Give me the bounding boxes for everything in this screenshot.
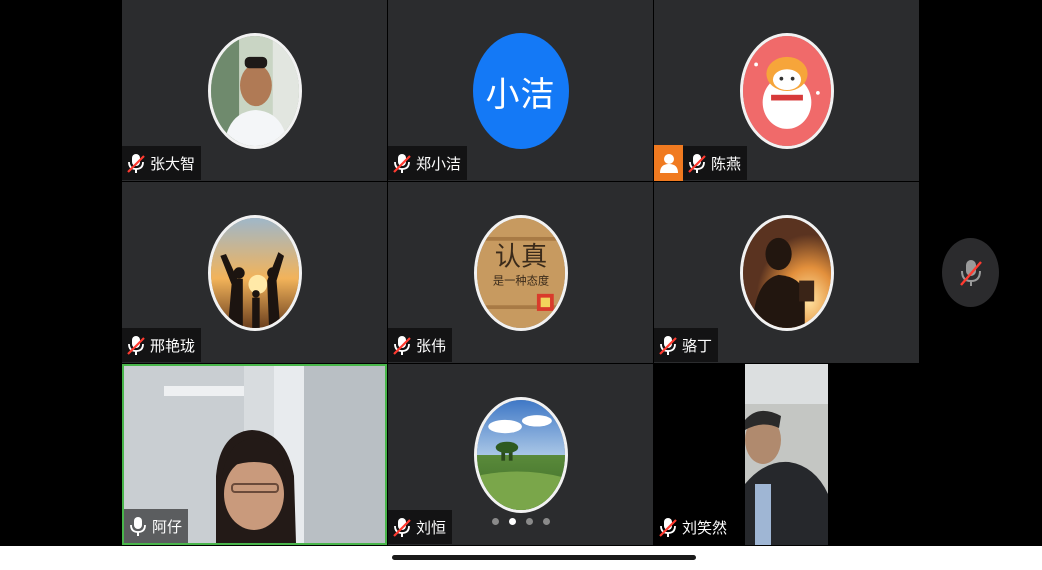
participant-name-tag: 邢艳珑	[122, 328, 202, 362]
host-badge	[654, 145, 683, 181]
participant-name: 郑小洁	[416, 154, 462, 173]
participant-name: 刘笑然	[682, 518, 728, 537]
participant-name-tag: 郑小洁	[388, 146, 468, 180]
page-indicator[interactable]	[491, 518, 550, 525]
participant-tile[interactable]: 小洁 郑小洁	[388, 0, 653, 181]
participant-avatar: 认真 是一种态度	[473, 215, 568, 331]
participant-video-tile[interactable]: 刘笑然	[654, 364, 919, 545]
participant-name-tag: 刘恒	[388, 510, 453, 544]
page-dot-active[interactable]	[508, 518, 516, 525]
page-dot[interactable]	[542, 518, 550, 525]
slogan-title: 认真	[494, 242, 546, 272]
participant-name: 刘恒	[416, 518, 447, 537]
mic-muted-icon	[658, 334, 678, 356]
mic-muted-icon	[392, 152, 412, 174]
participant-name-tag: 阿仔	[124, 509, 189, 543]
participant-name: 张伟	[416, 336, 447, 355]
mic-muted-icon	[658, 516, 678, 538]
participant-name: 骆丁	[682, 336, 713, 355]
mic-muted-icon	[126, 334, 146, 356]
mute-toggle-button[interactable]	[942, 238, 999, 307]
participant-tile[interactable]: 邢艳珑	[122, 182, 387, 363]
participant-name: 邢艳珑	[150, 336, 196, 355]
camera-video	[745, 364, 828, 545]
meeting-stage: 张大智 小洁 郑小洁 陈燕 邢艳珑 认真 是一种态度 张伟 骆丁 阿仔 刘恒 刘…	[0, 0, 1042, 546]
participant-avatar	[739, 215, 834, 331]
participant-avatar	[739, 33, 834, 149]
participant-name: 张大智	[150, 154, 196, 173]
page-dot[interactable]	[525, 518, 533, 525]
participant-avatar	[473, 397, 568, 513]
slogan-subtitle: 是一种态度	[492, 273, 548, 287]
participant-tile[interactable]: 陈燕	[654, 0, 919, 181]
mic-muted-icon	[687, 152, 707, 174]
system-bottom-bar	[0, 546, 1042, 570]
participant-tile[interactable]: 张大智	[122, 0, 387, 181]
participant-avatar	[207, 215, 302, 331]
participant-tile[interactable]: 刘恒	[388, 364, 653, 545]
mic-on-icon	[128, 515, 148, 537]
participant-tile[interactable]: 骆丁	[654, 182, 919, 363]
participant-name-tag: 张伟	[388, 328, 453, 362]
participant-name: 阿仔	[152, 517, 183, 536]
participant-text-avatar: 小洁	[472, 33, 569, 149]
participant-name-tag: 骆丁	[654, 328, 719, 362]
participant-tile[interactable]: 认真 是一种态度 张伟	[388, 182, 653, 363]
home-indicator[interactable]	[392, 555, 696, 560]
mic-muted-icon	[126, 152, 146, 174]
mic-muted-icon	[392, 334, 412, 356]
mic-muted-icon	[392, 516, 412, 538]
participant-name: 陈燕	[711, 154, 742, 173]
participant-name-tag: 刘笑然	[654, 510, 734, 544]
participant-avatar	[207, 33, 302, 149]
participant-video-tile[interactable]: 阿仔	[122, 364, 387, 545]
participant-name-tag: 陈燕	[683, 146, 748, 180]
page-dot[interactable]	[491, 518, 499, 525]
mic-muted-icon	[959, 259, 982, 286]
person-icon	[659, 154, 678, 173]
video-grid: 张大智 小洁 郑小洁 陈燕 邢艳珑 认真 是一种态度 张伟 骆丁 阿仔 刘恒 刘…	[122, 0, 919, 546]
participant-name-tag: 张大智	[122, 146, 202, 180]
